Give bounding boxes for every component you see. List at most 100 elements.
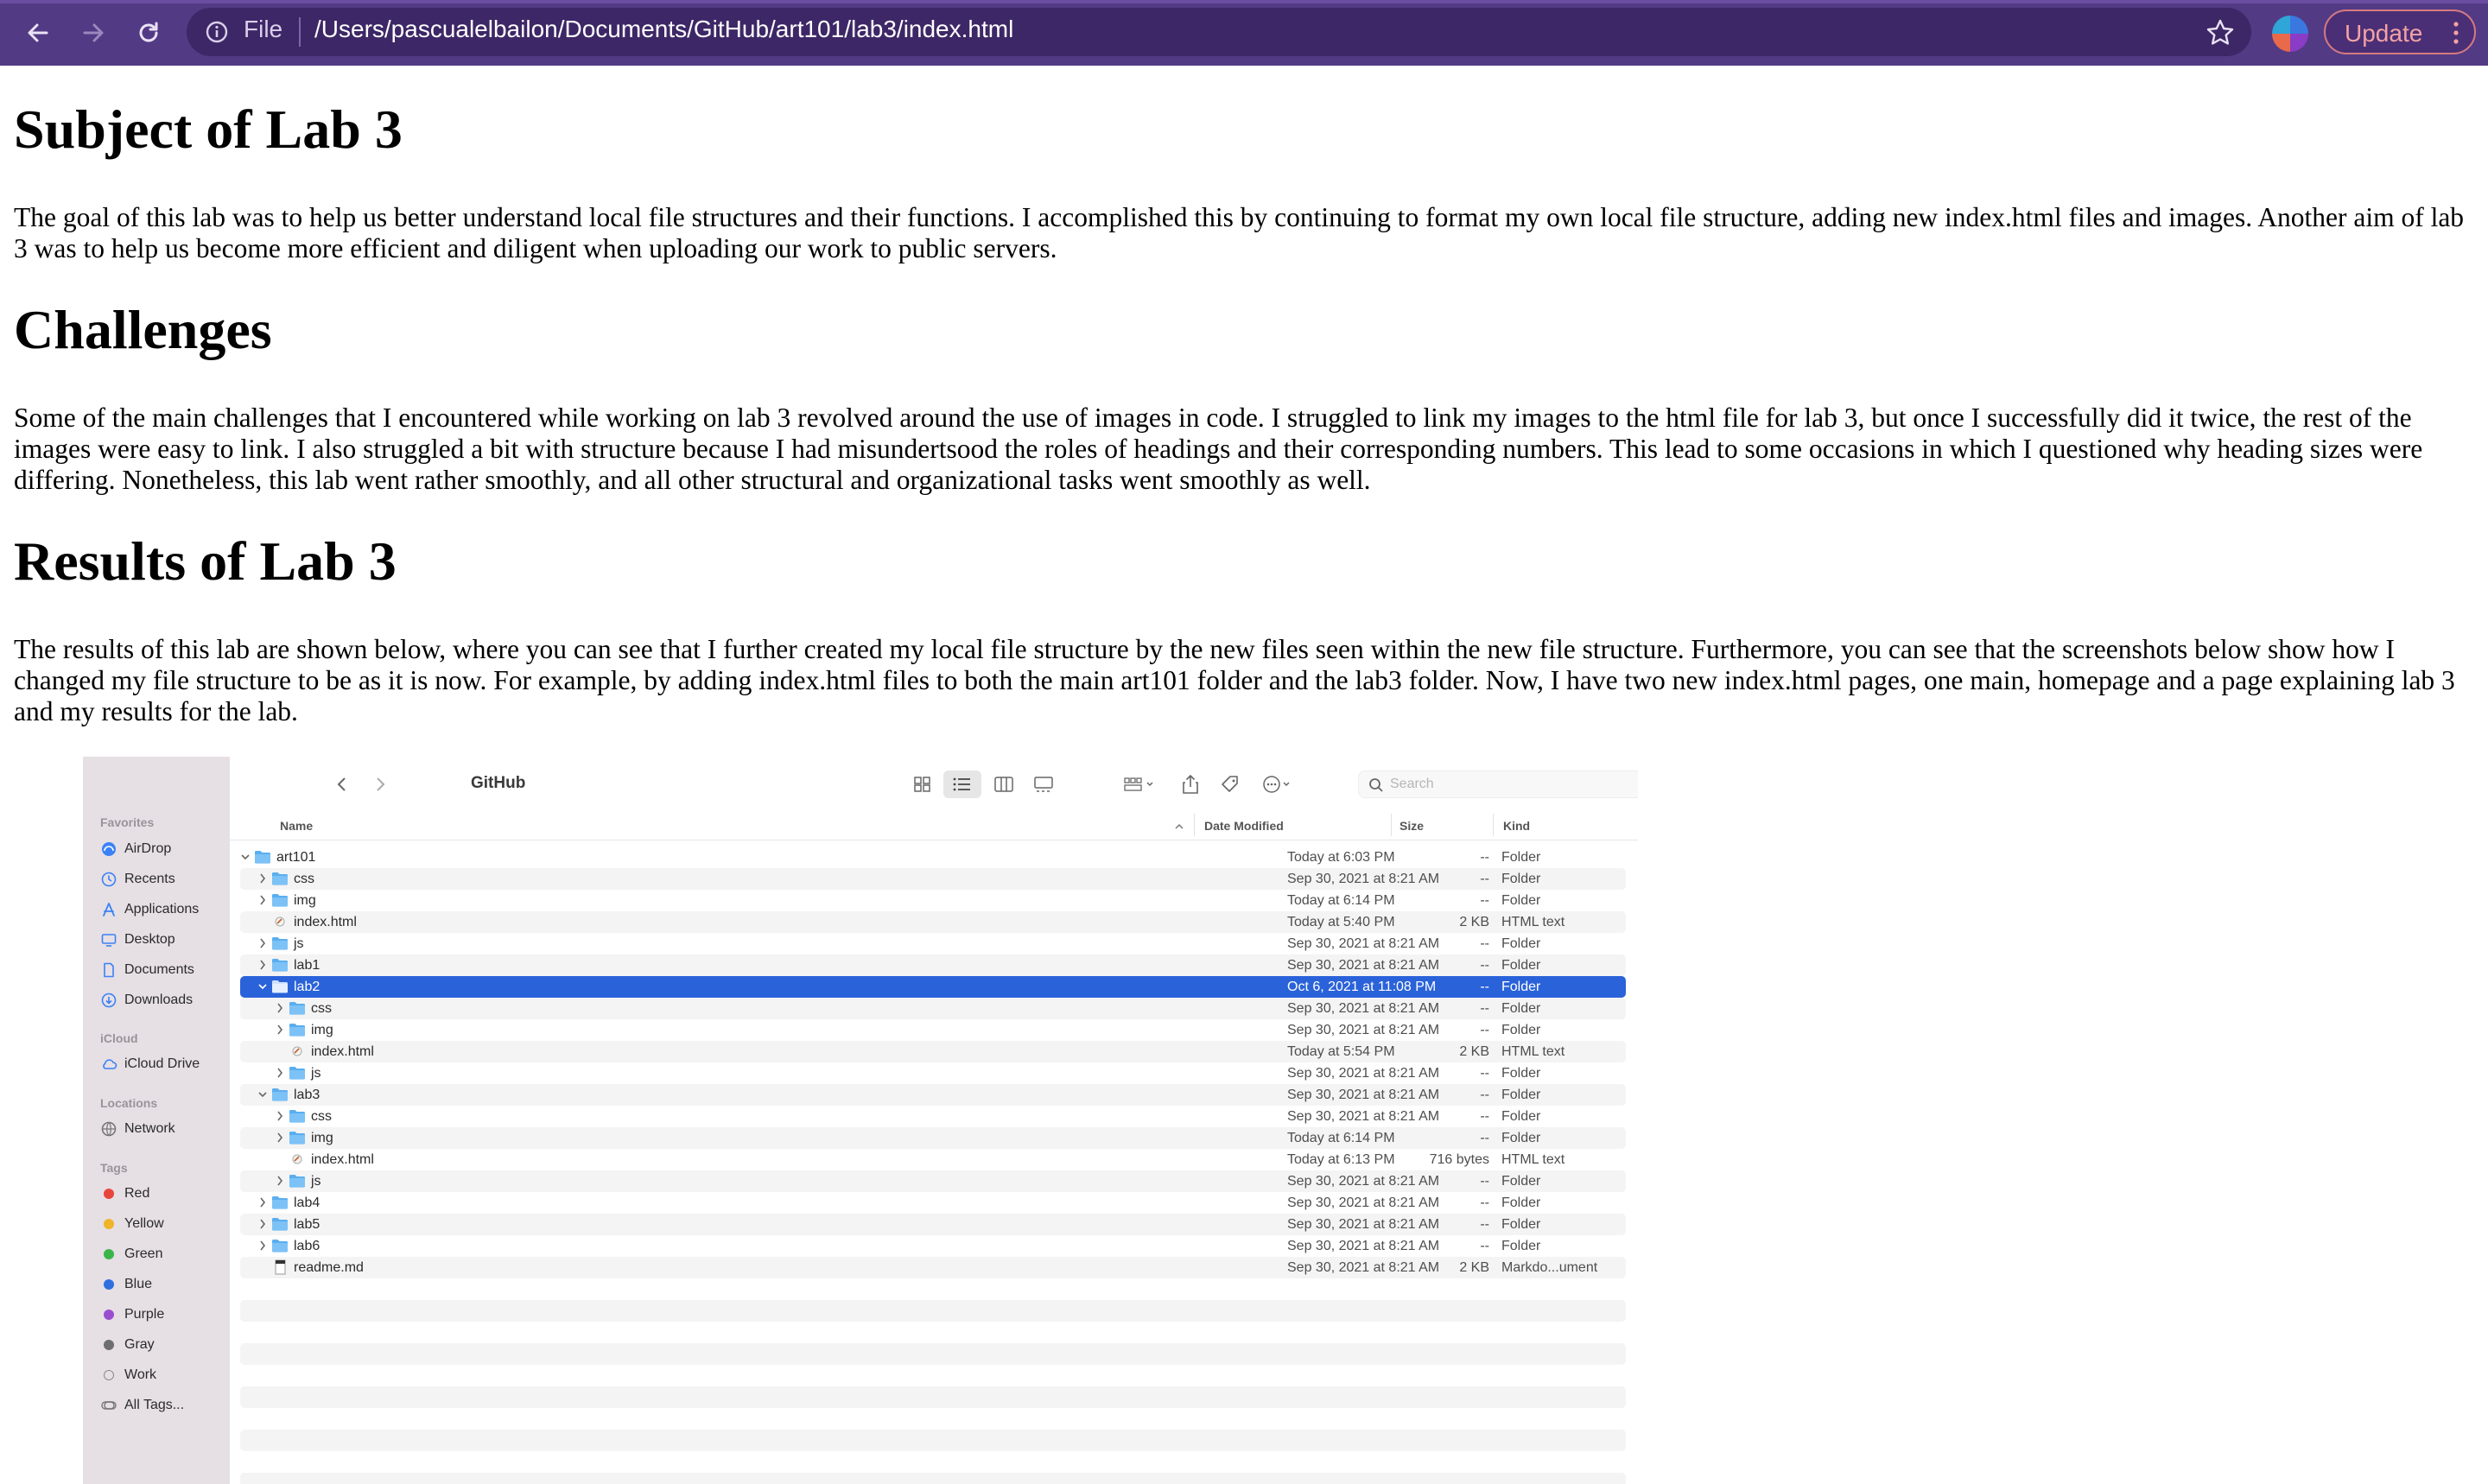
empty-list-row [240,1365,1626,1386]
chevron-right-icon [277,1132,283,1143]
column-divider [1493,814,1494,836]
file-row: js Sep 30, 2021 at 8:21 AM -- Folder [240,1062,1626,1084]
clock-icon [101,872,117,887]
reload-button[interactable] [131,16,166,50]
file-size: -- [1480,850,1489,865]
desktop-icon [101,934,117,947]
tag-icon [1222,776,1238,792]
file-size: -- [1480,936,1489,951]
file-date-modified: Sep 30, 2021 at 8:21 AM [1287,1109,1440,1124]
file-date-modified: Sep 30, 2021 at 8:21 AM [1287,1195,1440,1210]
file-row: index.html Today at 5:54 PM 2 KB HTML text [240,1041,1626,1062]
file-date-modified: Today at 5:40 PM [1287,915,1395,929]
tag-dot-icon [104,1219,114,1229]
file-date-modified: Today at 6:13 PM [1287,1152,1395,1167]
file-kind: Folder [1501,1174,1541,1189]
folder-icon [289,1132,305,1145]
heading-results: Results of Lab 3 [14,530,397,592]
finder-screenshot: Favorites AirDrop Recents Applications D… [83,757,1638,1484]
chevron-right-icon [260,1219,266,1229]
file-name: img [311,1131,333,1145]
file-row: lab1 Sep 30, 2021 at 8:21 AM -- Folder [240,954,1626,976]
folder-icon [272,1240,288,1253]
file-date-modified: Sep 30, 2021 at 8:21 AM [1287,936,1440,951]
file-name: img [294,893,316,908]
file-name: index.html [311,1152,374,1167]
sidebar-item-label: iCloud Drive [124,1056,200,1071]
empty-list-row [240,1343,1626,1365]
heading-challenges: Challenges [14,299,272,360]
file-name: js [311,1174,321,1189]
file-kind: Folder [1501,1217,1541,1232]
action-menu-icon [1263,776,1290,793]
column-header-date: Date Modified [1204,819,1284,833]
sidebar-item-label: Yellow [124,1216,164,1231]
info-icon[interactable] [204,19,230,45]
file-row: img Today at 6:14 PM -- Folder [240,890,1626,911]
sidebar-tag-gray: Gray [100,1334,155,1356]
chevron-down-icon [258,984,267,990]
sort-ascending-icon [1175,823,1184,829]
file-date-modified: Today at 6:14 PM [1287,893,1395,908]
sidebar-item-label: Blue [124,1277,153,1291]
file-row: lab4 Sep 30, 2021 at 8:21 AM -- Folder [240,1192,1626,1214]
markdown-file-icon [275,1259,286,1275]
more-menu-icon[interactable] [2453,20,2459,46]
empty-list-row [240,1278,1626,1300]
file-kind: Markdo...ument [1501,1260,1598,1275]
folder-icon [272,894,288,907]
cloud-icon [103,1059,117,1069]
airdrop-icon [102,842,116,856]
empty-list-row [240,1386,1626,1408]
file-name: css [294,872,314,886]
gallery-view-icon [1034,777,1053,792]
empty-list-row [240,1473,1626,1484]
bookmark-star-icon[interactable] [2205,17,2236,48]
file-scheme-label: File [244,16,283,42]
file-date-modified: Sep 30, 2021 at 8:21 AM [1287,1001,1440,1016]
file-row: index.html Today at 5:40 PM 2 KB HTML text [240,911,1626,933]
sidebar-item-label: Green [124,1246,163,1261]
file-kind: Folder [1501,1023,1541,1037]
sidebar-item-documents: Documents [100,959,194,981]
file-name: lab4 [294,1195,321,1210]
chevron-right-icon [277,1024,283,1035]
file-size: -- [1480,1217,1489,1232]
sidebar-item-label: Work [124,1367,157,1382]
update-button[interactable]: Update [2324,10,2476,54]
file-kind: Folder [1501,936,1541,951]
folder-icon [289,1002,305,1015]
file-kind: Folder [1501,1066,1541,1081]
address-divider [299,17,301,47]
column-divider [1391,814,1392,836]
file-row: css Sep 30, 2021 at 8:21 AM -- Folder [240,1106,1626,1127]
sidebar-item-applications: Applications [100,898,199,921]
html-file-icon [292,1154,302,1164]
tag-dot-icon [104,1370,114,1380]
sidebar-item-airdrop: AirDrop [100,838,171,860]
back-button[interactable] [21,16,55,50]
profile-avatar[interactable] [2272,16,2308,52]
sidebar-item-label: Applications [124,902,200,916]
file-date-modified: Sep 30, 2021 at 8:21 AM [1287,872,1440,886]
file-size: 2 KB [1459,1044,1489,1059]
sidebar-tag-work: Work [100,1364,156,1386]
file-kind: Folder [1501,1131,1541,1145]
file-name: index.html [311,1044,374,1059]
chevron-right-icon [277,1111,283,1121]
file-list: art101 Today at 6:03 PM -- Folder css Sep 30,… [240,847,1626,1484]
sidebar-tag-purple: Purple [100,1303,164,1326]
sidebar-item-label: Downloads [124,993,194,1007]
chevron-right-icon [377,777,385,791]
file-name: art101 [276,850,316,865]
forward-button[interactable] [76,16,111,50]
file-size: -- [1480,958,1489,973]
file-kind: Folder [1501,958,1541,973]
sidebar-heading-tags: Tags [100,1161,128,1175]
file-date-modified: Sep 30, 2021 at 8:21 AM [1287,1088,1440,1102]
url-text[interactable]: /Users/pascualelbailon/Documents/GitHub/… [314,16,1013,43]
file-name: lab6 [294,1239,321,1253]
chevron-right-icon [260,1240,266,1251]
file-row: lab3 Sep 30, 2021 at 8:21 AM -- Folder [240,1084,1626,1106]
file-row: art101 Today at 6:03 PM -- Folder [240,847,1626,868]
